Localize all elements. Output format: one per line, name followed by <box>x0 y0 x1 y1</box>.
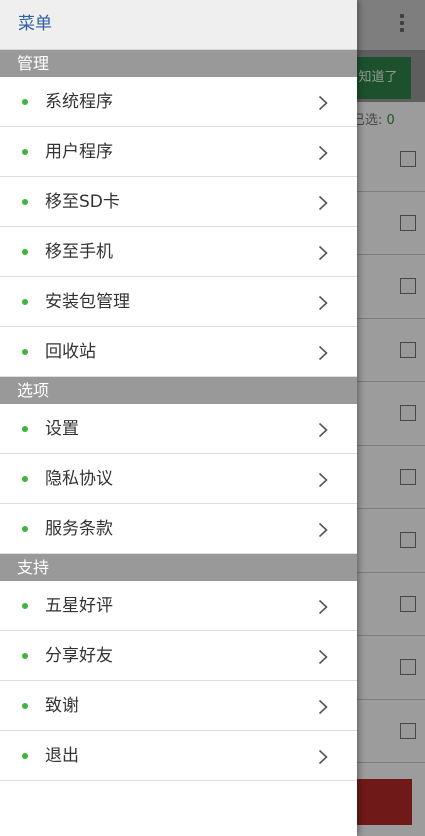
chevron-right-icon <box>318 749 328 765</box>
chevron-right-icon <box>318 699 328 715</box>
menu-item-label: 移至手机 <box>45 242 113 262</box>
chevron-right-icon <box>318 422 328 438</box>
menu-item-label: 五星好评 <box>45 596 113 616</box>
bullet-dot-icon <box>22 526 28 532</box>
drawer-title: 菜单 <box>18 14 52 34</box>
menu-item-label: 分享好友 <box>45 646 113 666</box>
menu-item-label: 服务条款 <box>45 519 113 539</box>
navigation-drawer: 菜单 管理 系统程序 用户程序 移至SD卡 移至手机 安装包管理 回收站 选项 … <box>0 0 357 836</box>
menu-item-label: 用户程序 <box>45 142 113 162</box>
menu-item-exit[interactable]: 退出 <box>0 731 357 781</box>
bullet-dot-icon <box>22 99 28 105</box>
menu-item-share-friends[interactable]: 分享好友 <box>0 631 357 681</box>
chevron-right-icon <box>318 245 328 261</box>
menu-item-label: 系统程序 <box>45 92 113 112</box>
section-header-manage: 管理 <box>0 50 357 77</box>
section-header-support: 支持 <box>0 554 357 581</box>
menu-item-privacy-policy[interactable]: 隐私协议 <box>0 454 357 504</box>
bullet-dot-icon <box>22 703 28 709</box>
drawer-header: 菜单 <box>0 0 357 50</box>
menu-item-label: 隐私协议 <box>45 469 113 489</box>
bullet-dot-icon <box>22 426 28 432</box>
bullet-dot-icon <box>22 199 28 205</box>
menu-item-label: 致谢 <box>45 696 79 716</box>
chevron-right-icon <box>318 195 328 211</box>
menu-item-terms-of-service[interactable]: 服务条款 <box>0 504 357 554</box>
chevron-right-icon <box>318 599 328 615</box>
bullet-dot-icon <box>22 299 28 305</box>
chevron-right-icon <box>318 522 328 538</box>
menu-item-label: 设置 <box>45 419 79 439</box>
menu-item-settings[interactable]: 设置 <box>0 404 357 454</box>
chevron-right-icon <box>318 649 328 665</box>
menu-item-label: 安装包管理 <box>45 292 130 312</box>
menu-item-acknowledgements[interactable]: 致谢 <box>0 681 357 731</box>
bullet-dot-icon <box>22 249 28 255</box>
bullet-dot-icon <box>22 603 28 609</box>
menu-item-system-apps[interactable]: 系统程序 <box>0 77 357 127</box>
chevron-right-icon <box>318 345 328 361</box>
menu-item-package-manager[interactable]: 安装包管理 <box>0 277 357 327</box>
menu-item-rate-five-stars[interactable]: 五星好评 <box>0 581 357 631</box>
chevron-right-icon <box>318 472 328 488</box>
menu-item-label: 回收站 <box>45 342 96 362</box>
chevron-right-icon <box>318 295 328 311</box>
chevron-right-icon <box>318 145 328 161</box>
menu-item-move-to-sd[interactable]: 移至SD卡 <box>0 177 357 227</box>
menu-item-move-to-phone[interactable]: 移至手机 <box>0 227 357 277</box>
bullet-dot-icon <box>22 149 28 155</box>
menu-item-label: 退出 <box>45 746 79 766</box>
section-header-options: 选项 <box>0 377 357 404</box>
bullet-dot-icon <box>22 349 28 355</box>
menu-item-user-apps[interactable]: 用户程序 <box>0 127 357 177</box>
menu-item-recycle-bin[interactable]: 回收站 <box>0 327 357 377</box>
bullet-dot-icon <box>22 653 28 659</box>
bullet-dot-icon <box>22 753 28 759</box>
menu-item-label: 移至SD卡 <box>45 192 120 212</box>
bullet-dot-icon <box>22 476 28 482</box>
chevron-right-icon <box>318 95 328 111</box>
